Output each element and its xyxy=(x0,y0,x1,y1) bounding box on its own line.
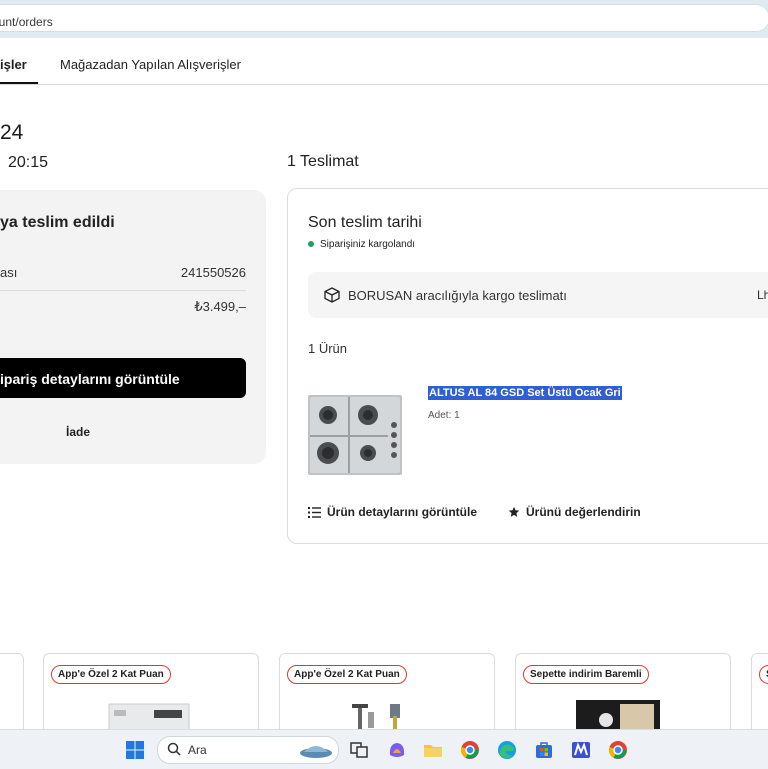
chrome-icon[interactable] xyxy=(459,739,481,761)
chrome-active-icon[interactable] xyxy=(607,739,629,761)
product-quantity: Adet: 1 xyxy=(428,410,460,421)
edge-icon[interactable] xyxy=(496,739,518,761)
search-highlight-icon xyxy=(300,746,332,758)
windows-start-icon[interactable] xyxy=(124,739,146,761)
recommendation-card[interactable]: App'e Özel 2 Kat Puan xyxy=(279,653,495,735)
order-number-value: 241550526 xyxy=(180,265,246,280)
store-icon[interactable] xyxy=(533,739,555,761)
cargo-tracking-link[interactable]: Lh xyxy=(757,288,768,302)
rate-product-link[interactable]: Ürünü değerlendirin xyxy=(508,505,641,519)
order-status-title: ya teslim edildi xyxy=(0,214,115,231)
rate-product-label: Ürünü değerlendirin xyxy=(526,505,641,519)
order-date: 24 xyxy=(0,121,24,144)
order-total-value: ₺3.499,– xyxy=(194,299,246,314)
order-tabs: işler Mağazadan Yapılan Alışverişler xyxy=(0,42,768,85)
order-number-label: ası xyxy=(0,265,18,280)
shipping-status-text: Siparişiniz kargolandı xyxy=(320,239,416,250)
cargo-text: BORUSAN aracılığıyla kargo teslimatı xyxy=(348,288,567,303)
app-m-icon[interactable] xyxy=(570,739,592,761)
task-view-icon[interactable] xyxy=(348,739,370,761)
browser-toolbar: ccount/orders xyxy=(0,0,768,38)
return-link[interactable]: İade xyxy=(66,425,90,439)
active-tab-indicator xyxy=(0,82,38,84)
list-icon xyxy=(308,507,321,518)
status-dot-icon xyxy=(308,241,314,248)
tab-online-orders[interactable]: işler xyxy=(0,57,27,72)
windows-taskbar: Ara xyxy=(0,729,768,769)
recommendation-card[interactable] xyxy=(0,653,24,735)
recommendation-card[interactable]: App'e Özel 2 Kat Puan xyxy=(43,653,259,735)
shipping-status: Siparişiniz kargolandı xyxy=(308,239,415,250)
order-total-row: ₺3.499,– xyxy=(0,290,246,324)
promo-badge: App'e Özel 2 Kat Puan xyxy=(51,665,171,684)
view-order-details-button[interactable]: ipariş detaylarını görüntüle xyxy=(0,358,246,398)
product-details-label: Ürün detaylarını görüntüle xyxy=(327,505,478,519)
promo-badge: S xyxy=(759,665,768,684)
view-order-details-label: ipariş detaylarını görüntüle xyxy=(0,371,180,387)
search-icon xyxy=(167,742,181,756)
order-summary-card: ya teslim edildi ası 241550526 ₺3.499,– … xyxy=(0,190,266,464)
recommendation-card[interactable]: Sepette indirim Baremli xyxy=(515,653,731,735)
url-text: ccount/orders xyxy=(0,15,53,29)
copilot-icon[interactable] xyxy=(386,739,408,761)
package-icon xyxy=(324,287,340,303)
file-explorer-icon[interactable] xyxy=(422,739,444,761)
product-name[interactable]: ALTUS AL 84 GSD Set Üstü Ocak Gri xyxy=(428,386,622,400)
delivery-card: Son teslim tarihi Siparişiniz kargolandı… xyxy=(287,188,768,544)
star-icon xyxy=(508,506,520,517)
product-details-link[interactable]: Ürün detaylarını görüntüle xyxy=(308,505,477,519)
order-number-row: ası 241550526 xyxy=(0,256,246,291)
order-time: 20:15 xyxy=(8,154,49,171)
taskbar-search[interactable]: Ara xyxy=(157,736,339,764)
product-count: 1 Ürün xyxy=(308,341,348,356)
cooktop-product-image[interactable] xyxy=(308,395,402,475)
cargo-info: BORUSAN aracılığıyla kargo teslimatı Lh xyxy=(308,272,768,318)
promo-badge: App'e Özel 2 Kat Puan xyxy=(287,665,407,684)
address-bar[interactable]: ccount/orders xyxy=(0,4,768,32)
promo-badge: Sepette indirim Baremli xyxy=(523,665,649,684)
tab-store-purchases[interactable]: Mağazadan Yapılan Alışverişler xyxy=(60,57,241,72)
delivery-count: 1 Teslimat xyxy=(287,153,359,170)
recommendation-card[interactable]: S xyxy=(751,653,768,735)
search-placeholder: Ara xyxy=(188,743,207,757)
delivery-title: Son teslim tarihi xyxy=(308,214,422,231)
